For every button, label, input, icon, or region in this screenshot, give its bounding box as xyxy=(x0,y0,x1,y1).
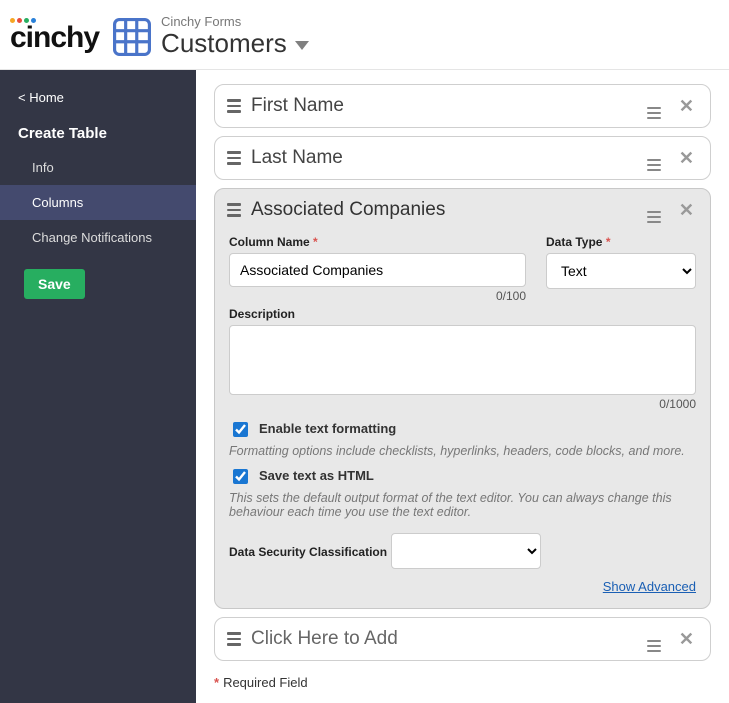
panel-delete-icon[interactable]: ✕ xyxy=(675,148,698,169)
panel-menu-icon[interactable] xyxy=(643,145,665,171)
page-title-dropdown[interactable]: Customers xyxy=(161,29,309,58)
column-panel-associated-companies: Associated Companies ✕ Column Name * 0/1… xyxy=(214,188,711,609)
dsc-select[interactable] xyxy=(391,533,541,569)
data-type-label: Data Type * xyxy=(546,235,696,249)
description-counter: 0/1000 xyxy=(229,397,696,411)
table-grid-icon xyxy=(113,18,151,56)
column-panel-last-name[interactable]: Last Name ✕ xyxy=(214,136,711,180)
drag-handle-icon[interactable] xyxy=(227,99,241,113)
column-name-counter: 0/100 xyxy=(229,289,526,303)
main-content: First Name ✕ Last Name ✕ Associated Comp… xyxy=(196,70,729,703)
enable-formatting-hint: Formatting options include checklists, h… xyxy=(229,444,696,458)
save-button[interactable]: Save xyxy=(24,269,85,299)
page-title: Customers xyxy=(161,29,287,58)
column-title: Last Name xyxy=(251,147,633,169)
column-panel-first-name[interactable]: First Name ✕ xyxy=(214,84,711,128)
sidebar-item-info[interactable]: Info xyxy=(0,150,196,185)
show-advanced-link[interactable]: Show Advanced xyxy=(603,579,696,594)
app-header: cinchy Cinchy Forms Customers xyxy=(0,0,729,70)
logo-text: cinchy xyxy=(10,21,99,55)
column-name-label: Column Name * xyxy=(229,235,526,249)
column-title: First Name xyxy=(251,95,633,117)
panel-menu-icon[interactable] xyxy=(643,626,665,652)
save-html-checkbox[interactable] xyxy=(233,469,248,484)
panel-delete-icon[interactable]: ✕ xyxy=(675,200,698,221)
panel-delete-icon[interactable]: ✕ xyxy=(675,629,698,650)
sidebar-heading: Create Table xyxy=(0,115,196,150)
sidebar: < Home Create Table Info Columns Change … xyxy=(0,70,196,703)
column-title: Associated Companies xyxy=(251,199,633,221)
panel-delete-icon[interactable]: ✕ xyxy=(675,96,698,117)
drag-handle-icon[interactable] xyxy=(227,632,241,646)
description-textarea[interactable] xyxy=(229,325,696,395)
column-panel-header[interactable]: Associated Companies ✕ xyxy=(215,189,710,231)
enable-formatting-row: Enable text formatting xyxy=(229,421,696,440)
drag-handle-icon[interactable] xyxy=(227,151,241,165)
chevron-down-icon xyxy=(295,41,309,50)
breadcrumb-context: Cinchy Forms xyxy=(161,15,309,29)
panel-menu-icon[interactable] xyxy=(643,197,665,223)
save-html-label: Save text as HTML xyxy=(259,468,374,483)
add-column-label: Click Here to Add xyxy=(251,628,633,650)
column-panel-add[interactable]: Click Here to Add ✕ xyxy=(214,617,711,661)
sidebar-item-change-notifications[interactable]: Change Notifications xyxy=(0,220,196,255)
dsc-label: Data Security Classification xyxy=(229,545,387,559)
required-footnote: *Required Field xyxy=(214,675,711,690)
panel-menu-icon[interactable] xyxy=(643,93,665,119)
column-name-input[interactable] xyxy=(229,253,526,287)
description-label: Description xyxy=(229,307,696,321)
enable-formatting-checkbox[interactable] xyxy=(233,422,248,437)
save-html-hint: This sets the default output format of t… xyxy=(229,491,696,519)
data-type-select[interactable]: Text xyxy=(546,253,696,289)
sidebar-home-link[interactable]: < Home xyxy=(0,80,196,115)
show-advanced-row: Show Advanced xyxy=(229,579,696,594)
drag-handle-icon[interactable] xyxy=(227,203,241,217)
enable-formatting-label: Enable text formatting xyxy=(259,421,396,436)
brand-logo: cinchy xyxy=(10,18,99,55)
save-html-row: Save text as HTML xyxy=(229,468,696,487)
sidebar-item-columns[interactable]: Columns xyxy=(0,185,196,220)
column-panel-body: Column Name * 0/100 Data Type * Text xyxy=(215,231,710,608)
page-title-block: Cinchy Forms Customers xyxy=(161,15,309,58)
